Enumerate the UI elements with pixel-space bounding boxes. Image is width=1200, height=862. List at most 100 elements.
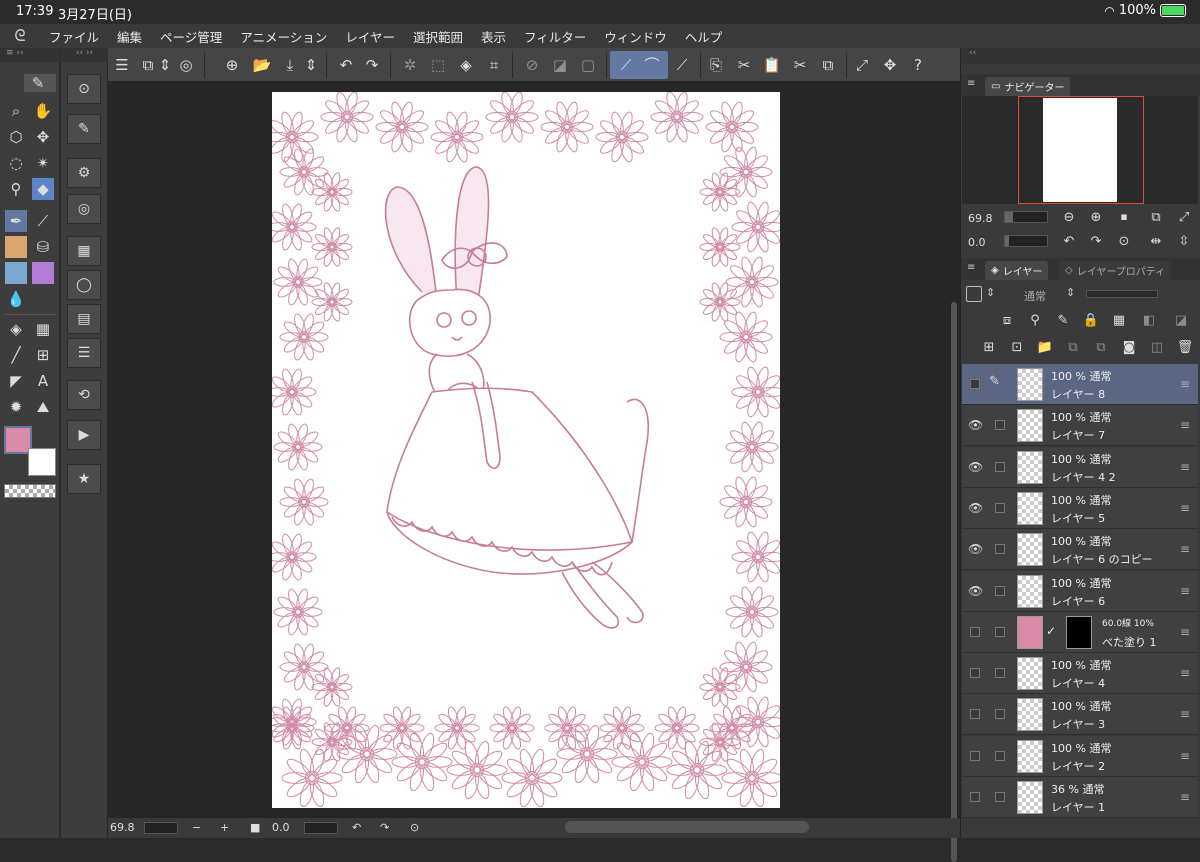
zoom-value[interactable]: 69.8 <box>110 821 135 834</box>
mask-enable-icon[interactable]: ◧ <box>1140 313 1158 328</box>
layer-checkbox[interactable] <box>995 461 1005 472</box>
blend-tool-icon[interactable]: 💧 <box>5 288 27 310</box>
menu-icon[interactable]: ☰ <box>110 53 134 77</box>
vertical-scrollbar[interactable] <box>948 82 960 862</box>
layer-row[interactable]: ✓ 60.0線 10% べた塗り 1 ≡ <box>962 611 1198 653</box>
pen-tool-icon[interactable]: ✒ <box>5 210 27 232</box>
actual-size-icon[interactable]: ■ <box>250 821 260 834</box>
layer-row[interactable]: 👁 100 % 通常 レイヤー 4 2 ≡ <box>962 446 1198 488</box>
reference-layer-icon[interactable]: ⚲ <box>1026 313 1044 328</box>
operation-tool-icon[interactable]: ⬡ <box>5 126 27 148</box>
nav-zoom-slider[interactable] <box>1004 211 1048 223</box>
menu-help[interactable]: ヘルプ <box>676 27 732 46</box>
layer-checkbox[interactable] <box>995 626 1005 637</box>
material-icon[interactable]: ★ <box>67 464 101 494</box>
zoom-in-icon[interactable]: + <box>220 821 229 834</box>
layer-checkbox[interactable] <box>995 585 1005 596</box>
nav-zoom-in-icon[interactable]: ⊕ <box>1087 210 1105 225</box>
layer-checkbox[interactable] <box>995 420 1005 431</box>
layer-list-icon[interactable]: ☰ <box>67 338 101 368</box>
visibility-checkbox[interactable] <box>970 626 980 637</box>
text-tool-icon[interactable]: A <box>32 370 54 392</box>
brush-size-icon[interactable]: ⚙ <box>67 158 101 188</box>
visibility-checkbox[interactable] <box>970 792 980 802</box>
move-tool-icon[interactable]: ✥ <box>32 126 54 148</box>
horizontal-scroll-thumb[interactable] <box>565 821 809 833</box>
lock-layer-icon[interactable]: 🔒 <box>1082 313 1100 328</box>
sub-color-swatch[interactable] <box>28 448 56 476</box>
draft-layer-icon[interactable]: ✎ <box>1054 313 1072 328</box>
nav-reset-rotation-icon[interactable]: ⊙ <box>1115 234 1133 249</box>
copy-paste-icon[interactable]: ⧉ <box>816 53 840 77</box>
menu-window[interactable]: ウィンドウ <box>595 27 676 46</box>
drag-handle-icon[interactable]: ≡ <box>1180 666 1190 680</box>
layer-row[interactable]: 100 % 通常 レイヤー 3 ≡ <box>962 694 1198 736</box>
decoration-tool-icon[interactable] <box>5 262 27 284</box>
drag-handle-icon[interactable]: ≡ <box>1180 790 1190 804</box>
menu-edit[interactable]: 編集 <box>108 27 151 46</box>
canvas-paper[interactable] <box>272 92 780 808</box>
decoration2-tool-icon[interactable] <box>32 262 54 284</box>
layer-row[interactable]: 👁 100 % 通常 レイヤー 6 ≡ <box>962 570 1198 612</box>
layer-checkbox[interactable] <box>995 668 1005 679</box>
layer-checkbox[interactable] <box>995 709 1005 720</box>
loading-icon[interactable]: ✲ <box>398 53 422 77</box>
menu-file[interactable]: ファイル <box>40 27 108 46</box>
nav-rotate-right-icon[interactable]: ↷ <box>1087 234 1105 249</box>
stepper-icon[interactable]: ⇕ <box>158 53 172 77</box>
panel-menu-icon[interactable]: ≡ <box>967 78 975 89</box>
layer-row[interactable]: 100 % 通常 レイヤー 4 ≡ <box>962 653 1198 695</box>
visibility-checkbox[interactable] <box>970 709 980 720</box>
eraser-tool-icon[interactable]: ◆ <box>32 178 54 200</box>
undo-icon[interactable]: ↶ <box>334 53 358 77</box>
drag-handle-icon[interactable]: ≡ <box>1180 418 1190 432</box>
layer-checkbox[interactable] <box>995 544 1005 555</box>
fill-selection-icon[interactable]: ◈ <box>454 53 478 77</box>
magic-wand-icon[interactable]: ✴ <box>32 152 54 174</box>
clear-selection-icon[interactable]: ⊘ <box>520 53 544 77</box>
edit-target-pen-icon[interactable]: ✎ <box>989 374 1000 389</box>
menu-selection[interactable]: 選択範囲 <box>404 27 472 46</box>
rotate-right-icon[interactable]: ↷ <box>380 821 389 834</box>
layer-tab[interactable]: ◈ レイヤー <box>985 261 1049 280</box>
drag-handle-icon[interactable]: ≡ <box>1180 749 1190 763</box>
nav-flip-vertical-icon[interactable]: ⇳ <box>1175 234 1193 249</box>
brush-tool-icon[interactable] <box>5 236 27 258</box>
nav-actual-size-icon[interactable]: ⏹ <box>1115 210 1133 225</box>
layer-row[interactable]: ✎ 100 % 通常 レイヤー 8 ≡ <box>962 364 1198 405</box>
vertical-scroll-thumb[interactable] <box>951 302 957 862</box>
cut-icon[interactable]: ✂ <box>732 53 756 77</box>
new-raster-layer-icon[interactable]: ⊞ <box>980 340 998 355</box>
history-icon[interactable]: ⟲ <box>67 380 101 410</box>
drag-handle-icon[interactable]: ≡ <box>1180 625 1190 639</box>
clip-lower-layer-icon[interactable]: ⧈ <box>998 313 1016 328</box>
new-file-icon[interactable]: ⊕ <box>220 53 244 77</box>
zoom-out-icon[interactable]: − <box>192 821 201 834</box>
visibility-checkbox[interactable] <box>970 668 980 679</box>
create-mask-icon[interactable]: ◙ <box>1120 340 1138 355</box>
eyedropper-icon[interactable]: ⚲ <box>5 178 27 200</box>
clip-studio-icon[interactable]: ◎ <box>174 53 198 77</box>
copy-icon[interactable]: ⎘ <box>704 53 728 77</box>
rotate-left-icon[interactable]: ↶ <box>352 821 361 834</box>
layer-checkbox[interactable] <box>995 502 1005 513</box>
merge-layer-icon[interactable]: ⧉ <box>1092 340 1110 355</box>
airbrush-tool-icon[interactable]: ⛁ <box>32 236 54 258</box>
tool-property-icon[interactable]: ✎ <box>67 114 101 144</box>
layer-color-stepper-icon[interactable]: ⇕ <box>986 286 995 299</box>
drag-handle-icon[interactable]: ≡ <box>1180 584 1190 598</box>
layer-panel-menu-icon[interactable]: ≡ <box>967 262 975 273</box>
drag-handle-icon[interactable]: ≡ <box>1180 460 1190 474</box>
zoom-slider[interactable] <box>144 822 178 834</box>
apply-mask-icon[interactable]: ◫ <box>1148 340 1166 355</box>
nav-fit-icon[interactable]: ⧉ <box>1147 210 1165 225</box>
nav-rotation-slider[interactable] <box>1004 235 1048 247</box>
rotation-value[interactable]: 0.0 <box>272 821 290 834</box>
save-icon[interactable]: ⤓ <box>278 53 302 77</box>
navigator-tab[interactable]: ▭ ナビゲーター <box>985 77 1071 96</box>
layer-color-toggle[interactable] <box>966 286 982 302</box>
layer-property-tab[interactable]: ◇ レイヤープロパティ <box>1059 261 1172 280</box>
move-layer-icon[interactable]: ✥ <box>878 53 902 77</box>
cut-paste-icon[interactable]: ✂ <box>788 53 812 77</box>
menu-layer[interactable]: レイヤー <box>336 27 404 46</box>
